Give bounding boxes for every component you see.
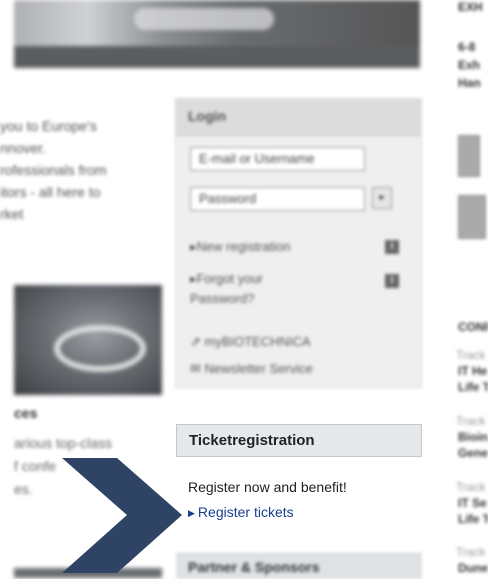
intro-line: rket [0,206,24,222]
conference-heading: ces [14,405,38,421]
right-image [458,195,486,239]
conferences-label: CONF [458,320,488,334]
right-image [458,135,480,177]
track-title[interactable]: Bioin [458,430,488,444]
track-label: Track [456,348,486,362]
login-title: Login [188,108,227,124]
right-top-label: EXH [458,0,483,14]
right-date: 6-8 [458,40,476,54]
intro-line: nnover. [0,140,46,156]
forgot-password-link[interactable]: ▸Forgot your [190,269,263,289]
info-icon[interactable]: i [385,240,399,254]
login-panel: Login E-mail or Username Password ▸ ▸New… [175,98,422,388]
track-label: Track [456,414,486,428]
password-input[interactable]: Password [190,187,365,211]
conference-photo [14,285,162,395]
right-line: Han [458,76,481,90]
envelope-icon: ✉ [190,361,205,376]
ticket-tagline: Register now and benefit! [188,479,347,495]
partner-sponsors-header: Partner & Sponsors [176,553,422,579]
username-input[interactable]: E-mail or Username [190,147,365,171]
header-banner-image [14,0,420,68]
intro-line: you to Europe's [0,118,97,134]
newsletter-link[interactable]: ✉ Newsletter Service [190,359,313,379]
track-title[interactable]: IT He [458,364,487,378]
new-registration-link[interactable]: ▸New registration [190,237,290,257]
ticket-registration-header: Ticketregistration [176,424,422,457]
intro-line: itors - all here to [0,184,101,200]
track-label: Track [456,545,486,559]
newsletter-label: Newsletter Service [204,361,313,376]
my-portal-link[interactable]: ⇗ myBIOTECHNICA [190,332,311,352]
partner-sponsors-title: Partner & Sponsors [188,559,320,575]
info-icon[interactable]: i [385,274,399,288]
conference-line: arious top-class [14,435,113,451]
login-header: Login [176,99,421,136]
track-label: Track [456,480,486,494]
external-link-icon: ⇗ [190,334,205,349]
track-title[interactable]: Gene [458,446,488,460]
my-portal-label: myBIOTECHNICA [204,334,311,349]
register-tickets-link[interactable]: ▶ Register tickets [188,504,294,520]
intro-text: you to Europe's nnover. rofessionals fro… [0,115,165,225]
play-arrow-icon: ▶ [188,508,195,518]
login-submit-button[interactable]: ▸ [372,187,392,209]
register-tickets-label: Register tickets [197,504,294,520]
right-sidebar: EXH 6-8 Exh Han CONF Track IT He Life T … [438,0,488,578]
track-title[interactable]: Dune [458,561,488,575]
right-line: Exh [458,58,481,72]
forgot-password-link-line2[interactable]: Password? [190,289,254,309]
track-title[interactable]: Life T [458,512,488,526]
track-title[interactable]: IT Se [458,496,487,510]
ticket-registration-title: Ticketregistration [189,432,315,449]
track-title[interactable]: Life T [458,380,488,394]
chevron-right-icon [62,458,182,573]
intro-line: rofessionals from [0,162,107,178]
